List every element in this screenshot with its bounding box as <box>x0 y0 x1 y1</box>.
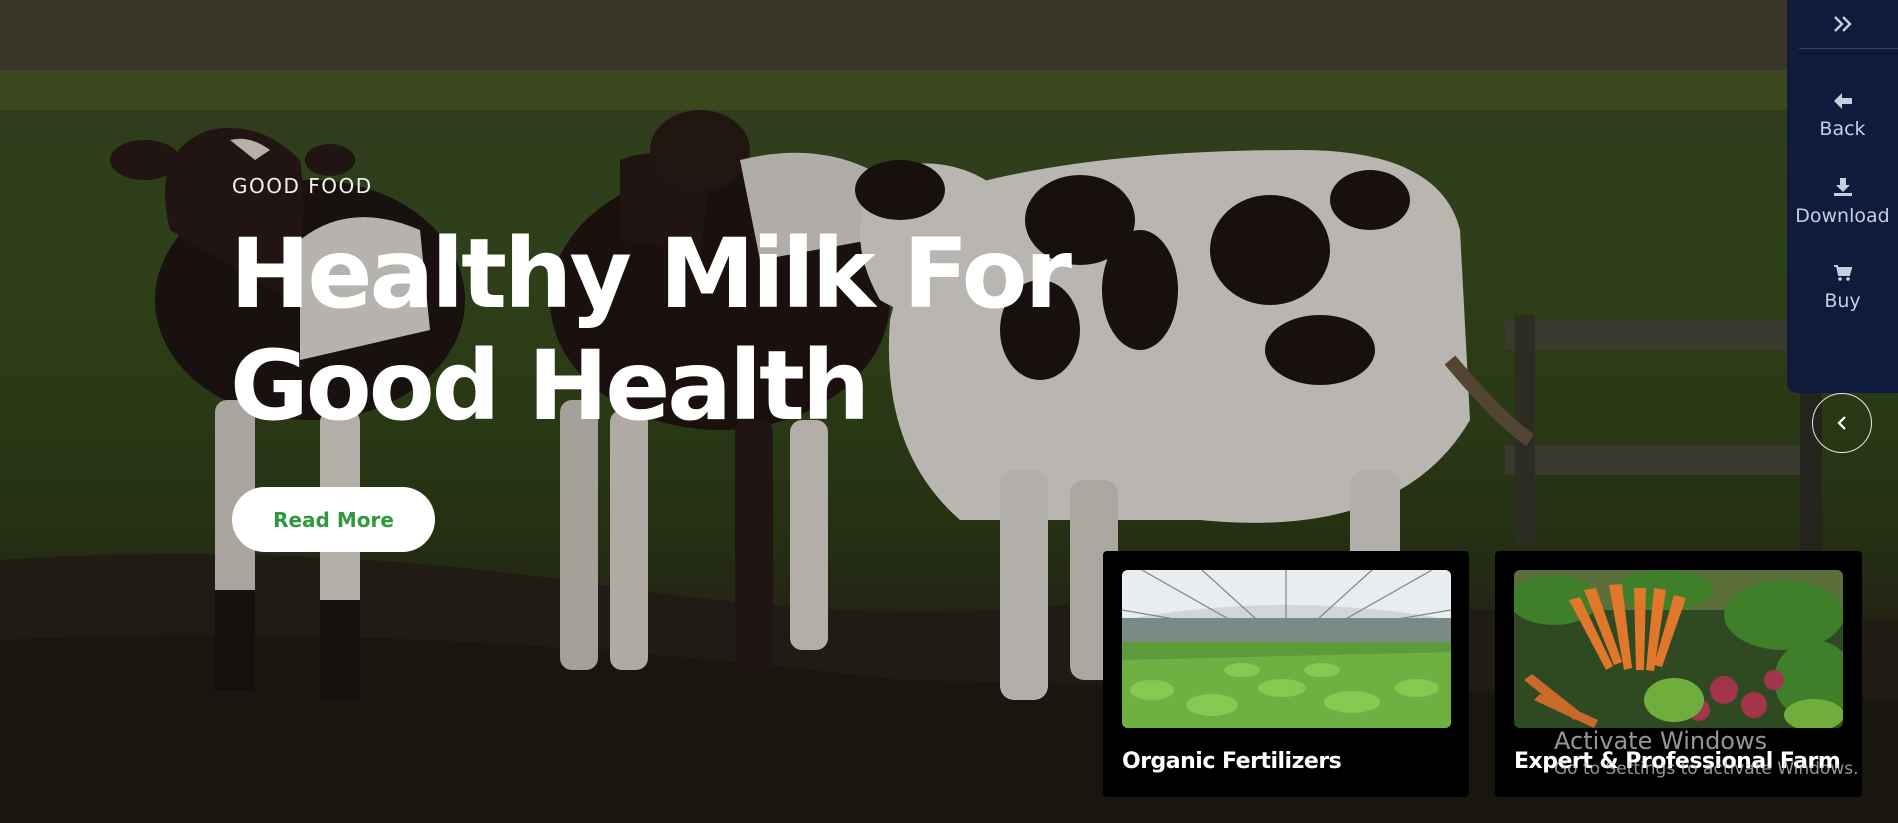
panel-item-label: Back <box>1819 118 1866 140</box>
panel-item-label: Download <box>1795 205 1890 227</box>
greenhouse-image <box>1122 570 1451 728</box>
read-more-button[interactable]: Read More <box>232 487 435 552</box>
panel-divider <box>1799 48 1898 49</box>
hero-headline: Healthy Milk For Good Health <box>230 218 1130 442</box>
panel-item-label: Buy <box>1824 290 1861 312</box>
feature-card-organic-fertilizers[interactable]: Organic Fertilizers <box>1103 551 1469 797</box>
hero-headline-line-1: Healthy Milk For <box>230 218 1072 330</box>
feature-card-expert-farm[interactable]: Expert & Professional Farm <box>1495 551 1862 797</box>
panel-item-download[interactable]: Download <box>1787 177 1898 227</box>
chevron-left-icon <box>1837 416 1846 430</box>
slider-prev-button[interactable] <box>1812 393 1872 453</box>
download-icon <box>1833 178 1852 196</box>
vegetables-image <box>1514 570 1843 728</box>
double-chevron-right-icon <box>1833 16 1852 32</box>
hero-kicker: GOOD FOOD <box>232 174 373 198</box>
panel-collapse-toggle[interactable] <box>1787 0 1898 48</box>
cart-icon <box>1833 265 1852 281</box>
panel-item-buy[interactable]: Buy <box>1787 264 1898 312</box>
side-panel: Back Download Buy <box>1787 0 1898 393</box>
hero-headline-line-2: Good Health <box>230 330 870 442</box>
panel-item-back[interactable]: Back <box>1787 92 1898 140</box>
card-title: Organic Fertilizers <box>1122 749 1342 774</box>
card-title: Expert & Professional Farm <box>1514 749 1841 774</box>
arrow-left-icon <box>1833 93 1852 109</box>
